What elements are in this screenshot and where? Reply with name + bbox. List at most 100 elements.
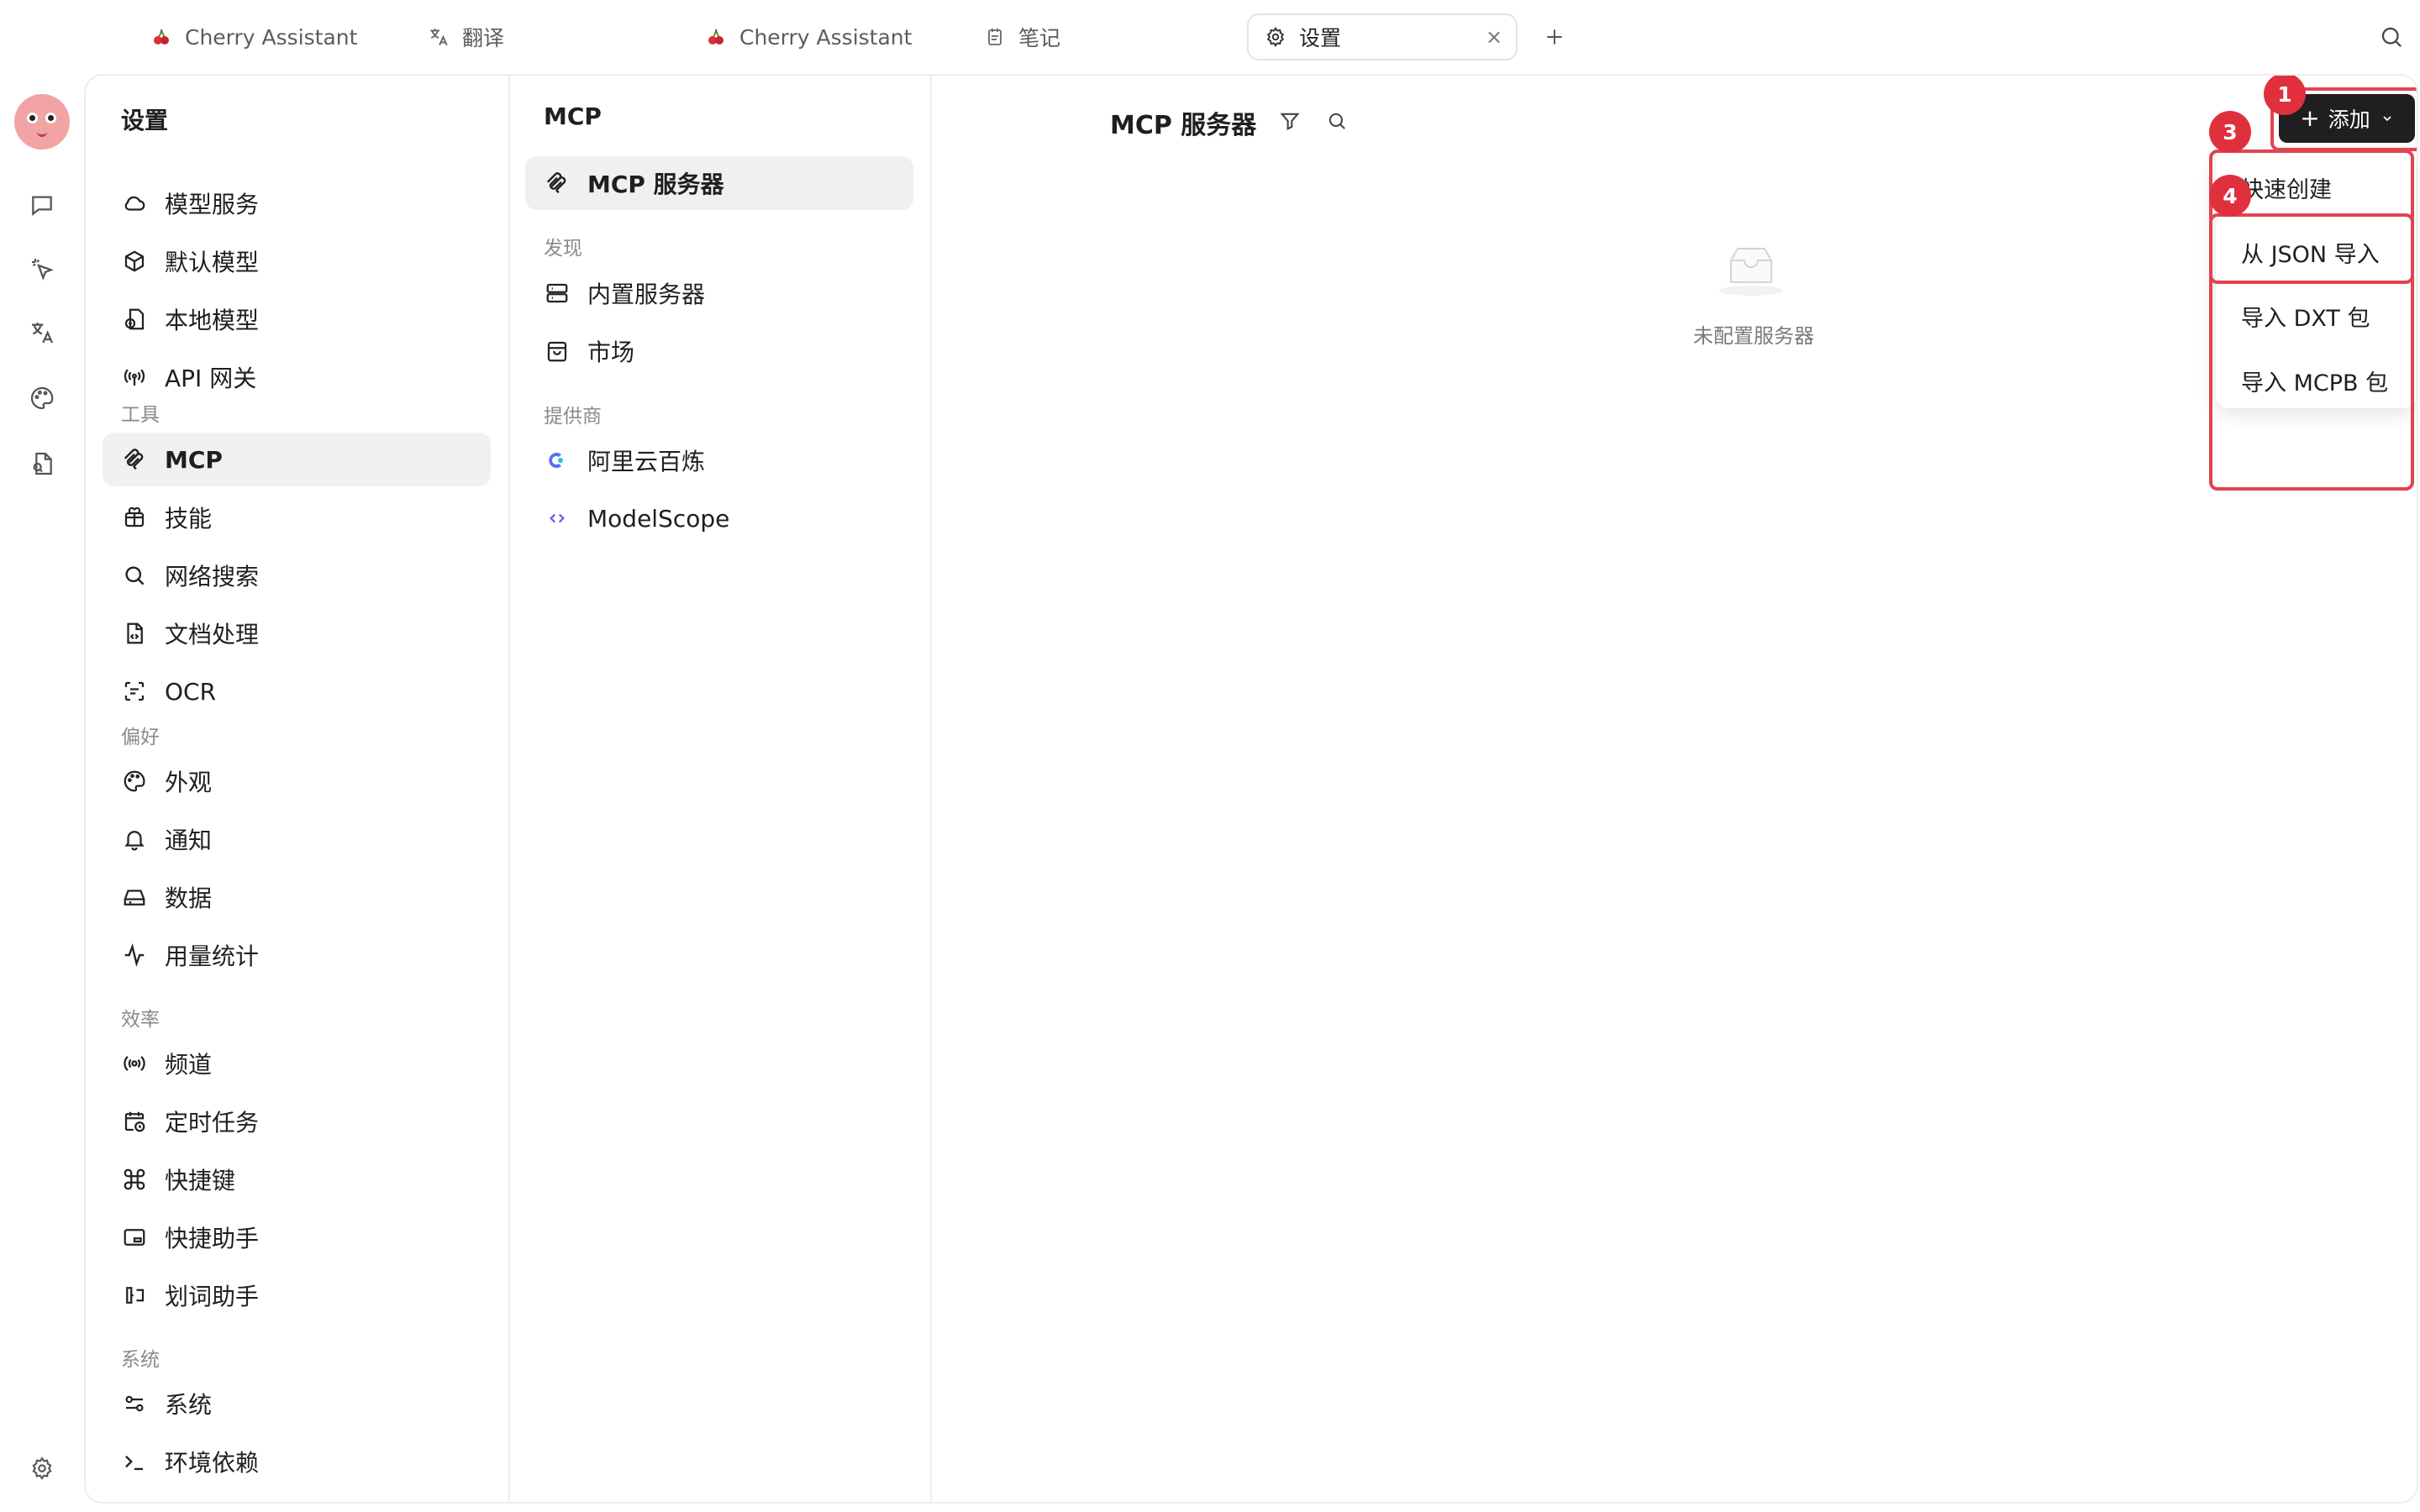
settings-title: 设置	[121, 107, 169, 134]
nav-item-selection-assistant[interactable]: 划词助手	[103, 1268, 491, 1322]
nav-item-model-service[interactable]: 模型服务	[103, 176, 491, 230]
nav-item-default-model[interactable]: 默认模型	[103, 234, 491, 288]
close-icon[interactable]: ×	[1484, 25, 1504, 49]
mcp-icon	[544, 170, 571, 197]
search-icon	[2381, 27, 2402, 48]
sliders-icon	[121, 1390, 148, 1417]
note-icon	[983, 25, 1007, 49]
quick-assistant-icon	[121, 1224, 148, 1251]
annotation-badge-3: 3	[2209, 111, 2251, 153]
plus-icon	[1547, 29, 1562, 45]
file-search-icon[interactable]	[24, 445, 60, 482]
local-model-icon	[121, 306, 148, 333]
palette-icon	[121, 768, 148, 795]
tab-translate[interactable]: 翻译	[427, 13, 504, 60]
nav-item-data[interactable]: 数据	[103, 870, 491, 924]
nav-item-modelscope[interactable]: ModelScope	[525, 491, 913, 545]
sparkle-pointer-icon[interactable]	[24, 250, 60, 287]
nav-item-bailian[interactable]: 阿里云百炼	[525, 433, 913, 487]
tab-label: Cherry Assistant	[739, 24, 913, 50]
nav-item-skills[interactable]: 技能	[103, 491, 491, 544]
ocr-scan-icon	[121, 678, 148, 705]
tab-label: Cherry Assistant	[185, 24, 358, 50]
nav-item-web-search[interactable]: 网络搜索	[103, 549, 491, 602]
nav-item-mcp[interactable]: MCP	[103, 433, 491, 486]
bailian-logo-icon	[544, 447, 571, 474]
avatar-eye	[45, 113, 56, 123]
document-icon	[121, 620, 148, 647]
cloud-icon	[121, 190, 148, 217]
nav-item-appearance[interactable]: 外观	[103, 754, 491, 808]
gift-box-icon	[121, 504, 148, 531]
global-search-button[interactable]	[2375, 20, 2408, 54]
nav-item-builtin-servers[interactable]: 内置服务器	[525, 266, 913, 320]
hard-drive-icon	[121, 884, 148, 911]
mcp-title: MCP	[544, 102, 602, 130]
nav-item-environment[interactable]: 环境依赖	[103, 1435, 491, 1488]
translate-icon	[427, 25, 450, 49]
group-label-efficiency: 效率	[121, 1009, 160, 1031]
nav-item-quick-assistant[interactable]: 快捷助手	[103, 1210, 491, 1264]
new-tab-button[interactable]	[1538, 20, 1571, 54]
nav-item-mcp-servers[interactable]: MCP 服务器	[525, 156, 913, 210]
filter-icon	[1280, 113, 1300, 131]
nav-item-channels[interactable]: 频道	[103, 1037, 491, 1090]
group-label-preferences: 偏好	[121, 727, 160, 748]
bell-icon	[121, 826, 148, 853]
group-label-tools: 工具	[121, 404, 160, 426]
cherry-icon	[704, 25, 728, 49]
group-label-providers: 提供商	[544, 406, 602, 428]
text-select-icon	[121, 1282, 148, 1309]
nav-item-document-processing[interactable]: 文档处理	[103, 606, 491, 660]
palette-icon[interactable]	[24, 380, 60, 417]
shopping-bag-icon	[544, 338, 571, 365]
avatar[interactable]	[14, 94, 70, 150]
nav-item-system[interactable]: 系统	[103, 1377, 491, 1431]
annotation-badge-4: 4	[2209, 175, 2251, 217]
antenna-icon	[121, 364, 148, 391]
tab-settings[interactable]: 设置 ×	[1247, 13, 1518, 60]
settings-sidebar: 设置 模型服务 默认模型 本地模型 API 网关 工具 MCP 技能 网络搜索 …	[86, 76, 510, 1502]
server-icon	[544, 280, 571, 307]
empty-state-text: 未配置服务器	[1693, 324, 1814, 348]
group-label-discover: 发现	[544, 238, 582, 260]
command-icon	[121, 1166, 148, 1193]
search-icon	[121, 562, 148, 589]
nav-item-scheduled-tasks[interactable]: 定时任务	[103, 1095, 491, 1148]
nav-item-usage-stats[interactable]: 用量统计	[103, 928, 491, 982]
cube-icon	[121, 248, 148, 275]
group-label-system: 系统	[121, 1349, 160, 1371]
mcp-icon	[121, 446, 148, 473]
tab-label: 设置	[1299, 26, 1342, 50]
mcp-sidebar: MCP MCP 服务器 发现 内置服务器 市场 提供商 阿里云百炼 ModelS…	[508, 76, 932, 1502]
tab-cherry-assistant-1[interactable]: Cherry Assistant	[150, 13, 357, 60]
translate-icon[interactable]	[24, 314, 60, 351]
broadcast-icon	[121, 1050, 148, 1077]
avatar-mouth	[37, 129, 47, 137]
chat-icon[interactable]	[24, 186, 60, 223]
nav-item-local-model[interactable]: 本地模型	[103, 292, 491, 346]
nav-item-api-gateway[interactable]: API 网关	[103, 350, 491, 404]
annotation-box-json	[2209, 213, 2414, 284]
nav-item-ocr[interactable]: OCR	[103, 664, 491, 718]
tab-notes[interactable]: 笔记	[983, 13, 1060, 60]
nav-item-notifications[interactable]: 通知	[103, 812, 491, 866]
nav-item-shortcuts[interactable]: 快捷键	[103, 1152, 491, 1206]
nav-item-marketplace[interactable]: 市场	[525, 324, 913, 378]
search-button[interactable]	[1322, 106, 1352, 136]
terminal-icon	[121, 1448, 148, 1475]
search-icon	[1328, 113, 1345, 129]
settings-gear-icon[interactable]	[24, 1450, 60, 1487]
tab-label: 笔记	[1018, 26, 1061, 50]
tab-cherry-assistant-2[interactable]: Cherry Assistant	[704, 13, 912, 60]
mcp-servers-panel: MCP 服务器 未配置服务器 + 添加 快速创建 从 JSON 导入 导入 DX…	[930, 76, 2417, 1502]
filter-button[interactable]	[1275, 106, 1305, 136]
gear-icon	[1264, 25, 1287, 49]
modelscope-logo-icon	[544, 505, 571, 532]
annotation-badge-1: 1	[2264, 76, 2306, 115]
tab-bar: Cherry Assistant 翻译 Cherry Assistant 笔记 …	[0, 0, 2420, 72]
avatar-eye	[27, 113, 38, 123]
activity-icon	[121, 942, 148, 969]
calendar-clock-icon	[121, 1108, 148, 1135]
cherry-icon	[150, 25, 173, 49]
